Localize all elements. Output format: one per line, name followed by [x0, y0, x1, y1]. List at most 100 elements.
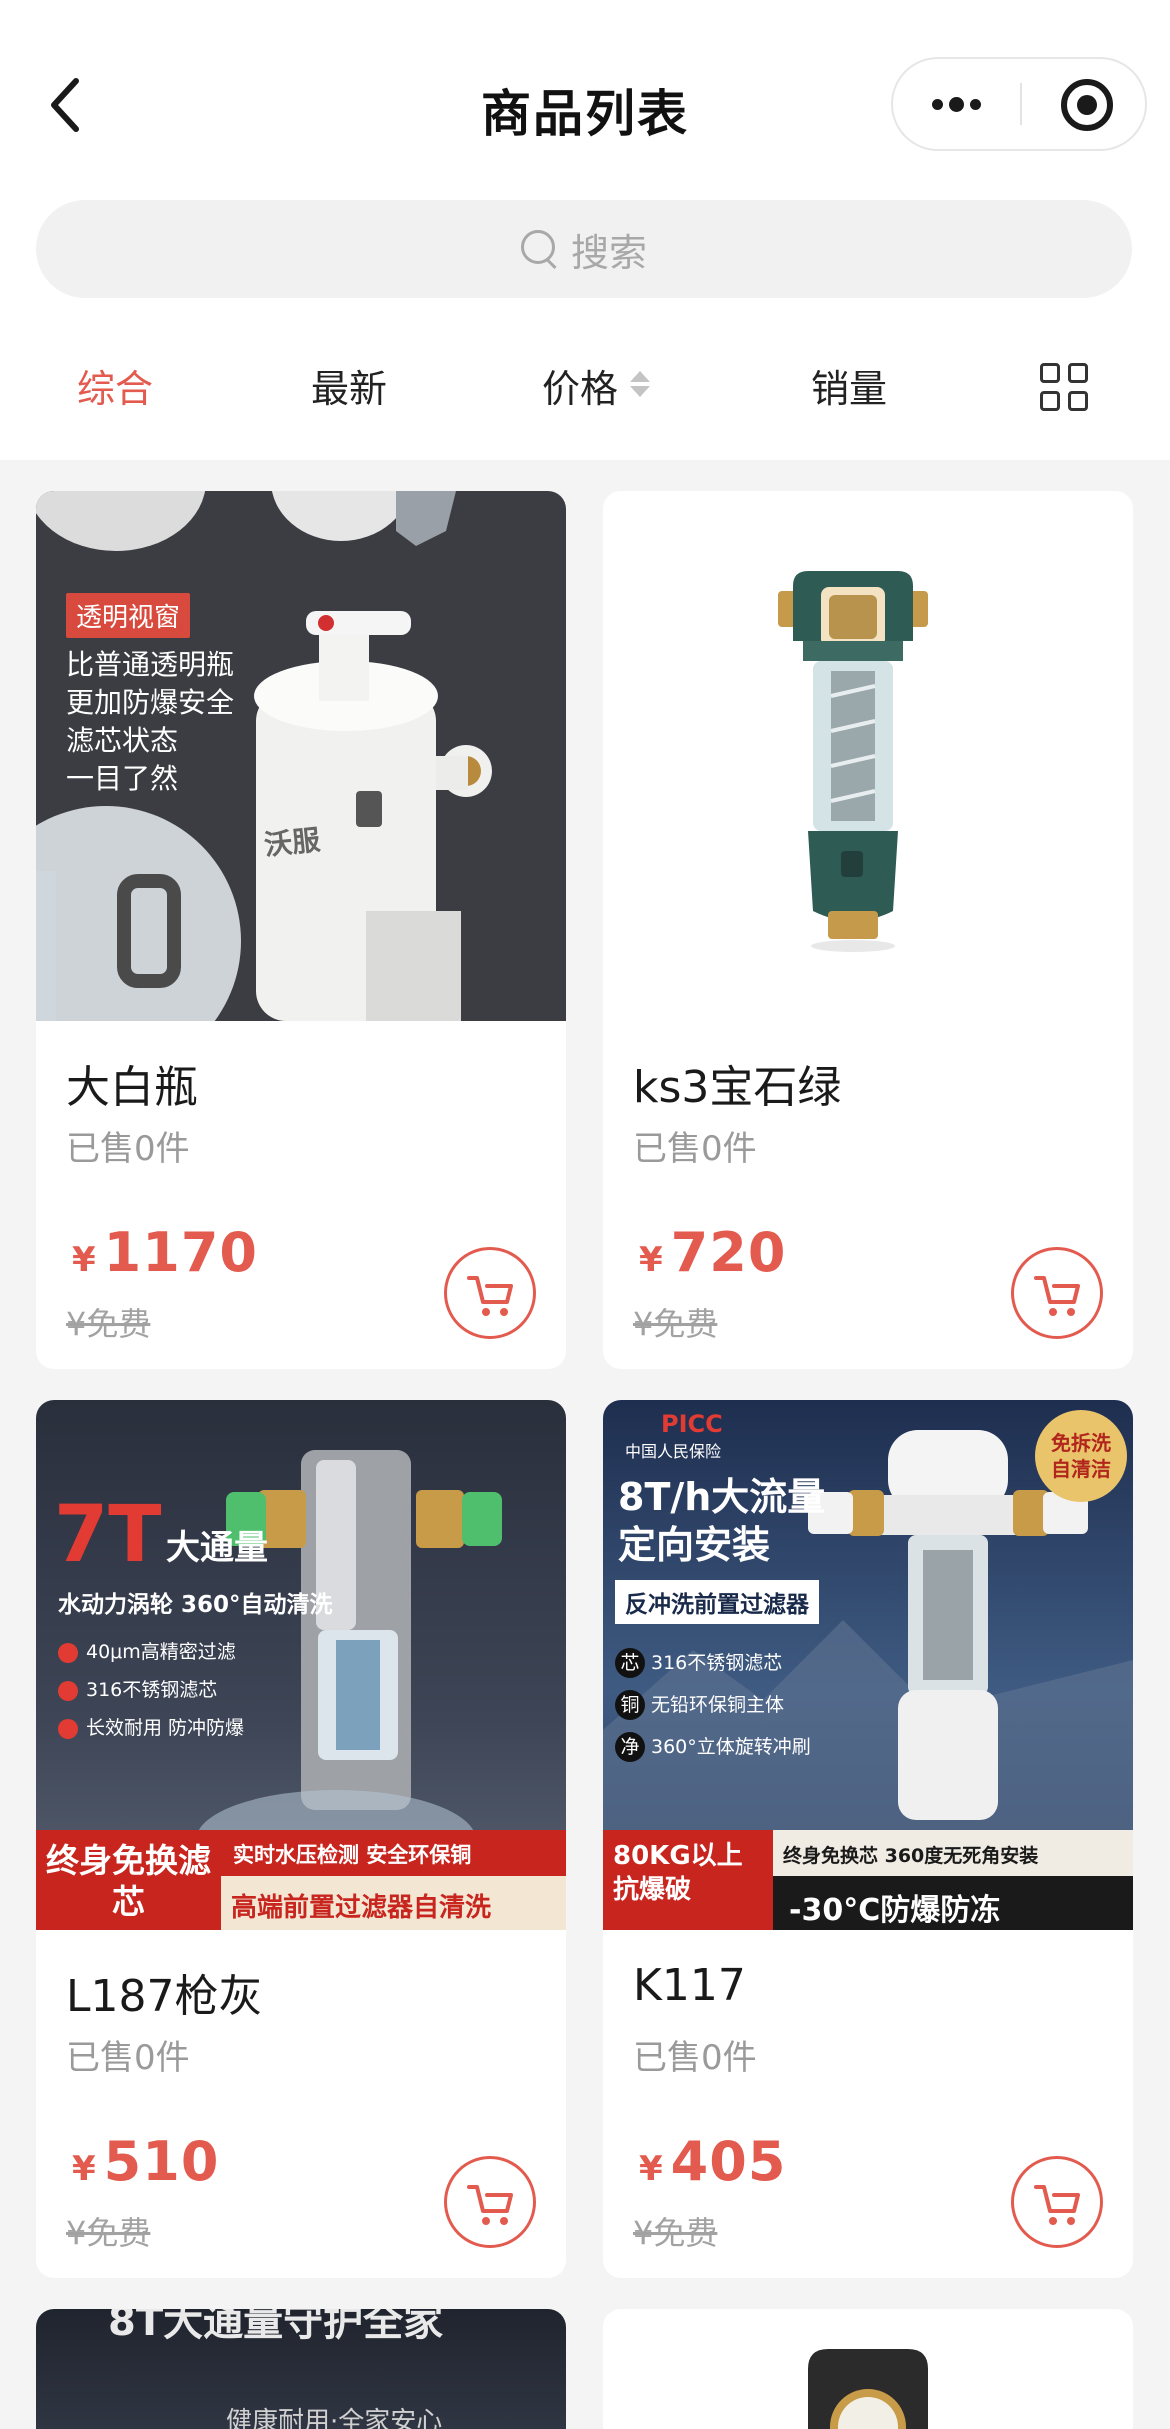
image-feature-text: 长效耐用 防冲防爆 — [86, 1717, 245, 1739]
mini-program-capsule — [891, 57, 1147, 151]
image-feature: 净 360°立体旋转冲刷 — [615, 1732, 811, 1762]
more-dot-icon — [969, 98, 981, 110]
image-feature: 长效耐用 防冲防爆 — [58, 1713, 244, 1740]
add-to-cart-button[interactable] — [444, 2156, 536, 2248]
tab-comprehensive[interactable]: 综合 — [77, 345, 153, 425]
cart-icon — [1034, 1276, 1080, 1316]
product-card[interactable]: 7T 大通量 水动力涡轮 360°自动清洗 40μm高精密过滤 316不锈钢滤芯… — [36, 1400, 566, 2278]
price-value: 405 — [670, 2130, 787, 2193]
water-filter-illustration — [778, 571, 928, 952]
image-seal: 免拆洗自清洁 — [1035, 1410, 1127, 1502]
original-price: ¥免费 — [66, 2214, 151, 2252]
feature-icon: 芯 — [615, 1648, 645, 1678]
image-caption-line: 滤芯状态 — [66, 724, 179, 757]
sold-count: 已售0件 — [633, 2038, 757, 2078]
price-value: 1170 — [103, 1221, 258, 1284]
more-dot-icon — [931, 98, 943, 110]
image-headline: 定向安装 — [618, 1523, 771, 1567]
more-button[interactable] — [893, 59, 1019, 149]
tab-sales[interactable]: 销量 — [811, 345, 887, 425]
price-value: 510 — [103, 2130, 220, 2193]
product-name: ks3宝石绿 — [633, 1062, 842, 1113]
image-caption-line: 一目了然 — [66, 762, 179, 795]
product-price: ¥ 510 — [72, 2130, 219, 2193]
image-caption-line: 更加防爆安全 — [66, 686, 235, 719]
currency-symbol: ¥ — [639, 2149, 663, 2189]
image-tag: 反冲洗前置过滤器 — [615, 1580, 819, 1624]
image-headline: 8T/h大流量 — [618, 1475, 826, 1519]
product-card[interactable]: PICC 中国人民保险 8T/h大流量 定向安装 反冲洗前置过滤器 芯 316不锈… — [603, 1400, 1133, 2278]
top-bar: 商品列表 搜索 综合 最新 价格 销量 — [0, 0, 1170, 460]
tab-price[interactable]: 价格 — [542, 345, 651, 425]
image-kg: 80KG以上抗爆破 — [603, 1830, 773, 1930]
cart-icon — [467, 1276, 513, 1316]
image-feature: 铜无铅环保铜主体 — [615, 1690, 784, 1720]
image-banner-top: 实时水压检测 安全环保铜 — [221, 1830, 566, 1876]
check-icon — [58, 1642, 78, 1663]
image-caption-line: 比普通透明瓶 — [66, 648, 235, 681]
water-filter-illustration — [808, 2349, 928, 2429]
currency-symbol: ¥ — [639, 1240, 663, 1280]
search-bar[interactable]: 搜索 — [36, 200, 1132, 298]
tab-newest[interactable]: 最新 — [311, 345, 387, 425]
product-name: L187枪灰 — [66, 1971, 263, 2022]
product-price: ¥ 720 — [639, 1221, 786, 1284]
product-price: ¥ 1170 — [72, 1221, 258, 1284]
price-value: 720 — [670, 1221, 787, 1284]
image-feature: 316不锈钢滤芯 — [58, 1675, 217, 1702]
add-to-cart-button[interactable] — [1011, 2156, 1103, 2248]
product-price: ¥ 405 — [639, 2130, 786, 2193]
product-card[interactable]: 透明视窗 比普通透明瓶 更加防爆安全 滤芯状态 一目了然 沃服 大白瓶 已售0件… — [36, 491, 566, 1369]
image-brand-sub: 中国人民保险 — [625, 1442, 722, 1461]
grid-cell-icon — [1068, 391, 1088, 411]
sort-bar: 综合 最新 价格 销量 — [0, 345, 1170, 425]
image-badge: 透明视窗 — [66, 593, 191, 638]
image-headline: 8T大通量守护全家 — [108, 2309, 444, 2345]
product-image — [603, 491, 1133, 1021]
image-brand: PICC — [661, 1410, 723, 1438]
image-feature-text: 40μm高精密过滤 — [86, 1641, 236, 1663]
sold-count: 已售0件 — [66, 1129, 190, 1169]
product-card[interactable] — [603, 2309, 1133, 2429]
image-feature-text: 316不锈钢滤芯 — [86, 1679, 218, 1701]
product-image: 7T 大通量 水动力涡轮 360°自动清洗 40μm高精密过滤 316不锈钢滤芯… — [36, 1400, 566, 1930]
sort-arrows-icon — [628, 365, 651, 405]
product-name: K117 — [633, 1960, 746, 2011]
image-banner-bottom: -30°C防爆防冻 — [773, 1876, 1133, 1930]
product-card[interactable]: ks3宝石绿 已售0件 ¥ 720 ¥免费 — [603, 491, 1133, 1369]
close-miniprogram-button[interactable] — [1061, 79, 1113, 131]
add-to-cart-button[interactable] — [1011, 1247, 1103, 1339]
original-price: ¥免费 — [633, 1305, 718, 1343]
image-badge: 终身免换滤芯 — [36, 1830, 221, 1930]
check-icon — [58, 1718, 78, 1739]
sold-count: 已售0件 — [66, 2038, 190, 2078]
image-subline: 健康耐用·全家安心 — [226, 2407, 443, 2429]
image-feature-text: 360°立体旋转冲刷 — [651, 1736, 811, 1758]
product-image — [603, 2309, 1133, 2429]
feature-icon: 铜 — [615, 1690, 645, 1720]
image-feature: 40μm高精密过滤 — [58, 1637, 236, 1664]
product-card[interactable]: 8T大通量守护全家 健康耐用·全家安心 — [36, 2309, 566, 2429]
add-to-cart-button[interactable] — [444, 1247, 536, 1339]
search-placeholder: 搜索 — [570, 230, 647, 275]
product-image: 透明视窗 比普通透明瓶 更加防爆安全 滤芯状态 一目了然 沃服 — [36, 491, 566, 1021]
image-brand: 沃服 — [262, 823, 322, 862]
tab-price-label: 价格 — [542, 366, 619, 411]
search-icon — [520, 230, 559, 268]
image-big-label: 大通量 — [166, 1528, 268, 1568]
original-price: ¥免费 — [633, 2214, 718, 2252]
image-feature: 芯 316不锈钢滤芯 — [615, 1648, 782, 1678]
sold-count: 已售0件 — [633, 1129, 757, 1169]
image-big-number: 7T — [54, 1490, 162, 1580]
image-feature-text: 无铅环保铜主体 — [651, 1694, 785, 1716]
cart-icon — [1034, 2185, 1080, 2225]
capsule-divider — [1020, 83, 1022, 125]
product-image: 8T大通量守护全家 健康耐用·全家安心 — [36, 2309, 566, 2429]
product-image: PICC 中国人民保险 8T/h大流量 定向安装 反冲洗前置过滤器 芯 316不锈… — [603, 1400, 1133, 1930]
cart-icon — [467, 2185, 513, 2225]
image-banner-bottom: 高端前置过滤器自清洗 — [221, 1876, 566, 1930]
grid-cell-icon — [1040, 391, 1060, 411]
image-feature-text: 316不锈钢滤芯 — [651, 1652, 783, 1674]
layout-toggle-button[interactable] — [1040, 363, 1092, 415]
currency-symbol: ¥ — [72, 2149, 96, 2189]
